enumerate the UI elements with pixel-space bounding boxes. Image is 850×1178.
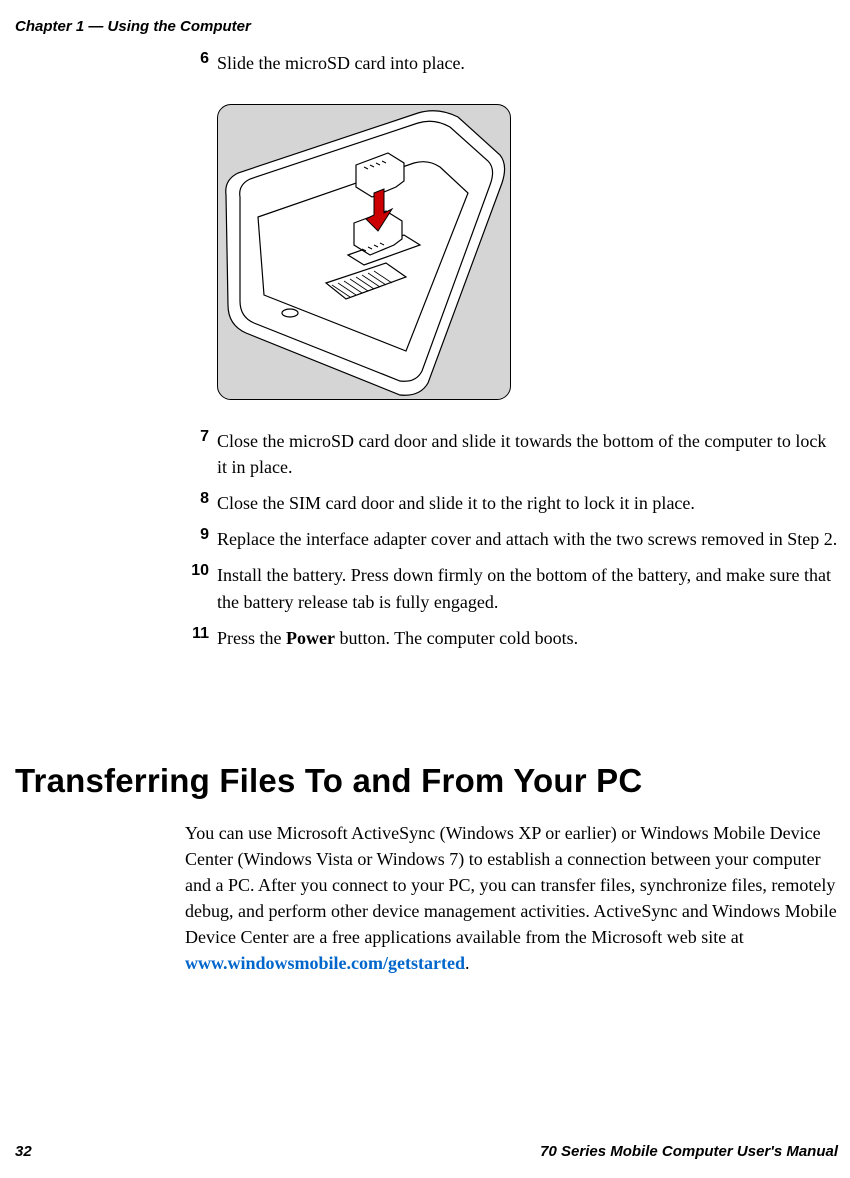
getstarted-link[interactable]: www.windowsmobile.com/getstarted (185, 953, 465, 973)
page-number: 32 (15, 1143, 32, 1160)
power-button-label: Power (286, 628, 335, 648)
step-text: Close the microSD card door and slide it… (217, 428, 839, 480)
manual-title: 70 Series Mobile Computer User's Manual (540, 1143, 838, 1160)
step-text-prefix: Press the (217, 628, 286, 648)
step-6: 6 Slide the microSD card into place. (185, 50, 839, 76)
section-body: You can use Microsoft ActiveSync (Window… (185, 820, 839, 977)
section-heading: Transferring Files To and From Your PC (15, 762, 642, 800)
step-text: Slide the microSD card into place. (217, 50, 839, 76)
step-number: 7 (185, 428, 217, 480)
step-number: 10 (185, 562, 217, 614)
page-content: 6 Slide the microSD card into place. (185, 50, 839, 661)
step-number: 8 (185, 490, 217, 516)
step-text: Replace the interface adapter cover and … (217, 526, 839, 552)
step-10: 10 Install the battery. Press down firml… (185, 562, 839, 614)
step-text-suffix: button. The computer cold boots. (335, 628, 578, 648)
step-text: Install the battery. Press down firmly o… (217, 562, 839, 614)
step-number: 9 (185, 526, 217, 552)
step-11: 11 Press the Power button. The computer … (185, 625, 839, 651)
step-number: 6 (185, 50, 217, 76)
paragraph-text: You can use Microsoft ActiveSync (Window… (185, 823, 837, 947)
paragraph-suffix: . (465, 953, 470, 973)
step-8: 8 Close the SIM card door and slide it t… (185, 490, 839, 516)
page-header: Chapter 1 — Using the Computer (15, 18, 251, 35)
step-text: Press the Power button. The computer col… (217, 625, 839, 651)
step-9: 9 Replace the interface adapter cover an… (185, 526, 839, 552)
step-text: Close the SIM card door and slide it to … (217, 490, 839, 516)
illustration-container (217, 104, 839, 400)
step-7: 7 Close the microSD card door and slide … (185, 428, 839, 480)
microsd-insert-illustration (217, 104, 511, 400)
step-number: 11 (185, 625, 217, 651)
section-paragraph: You can use Microsoft ActiveSync (Window… (185, 820, 839, 977)
